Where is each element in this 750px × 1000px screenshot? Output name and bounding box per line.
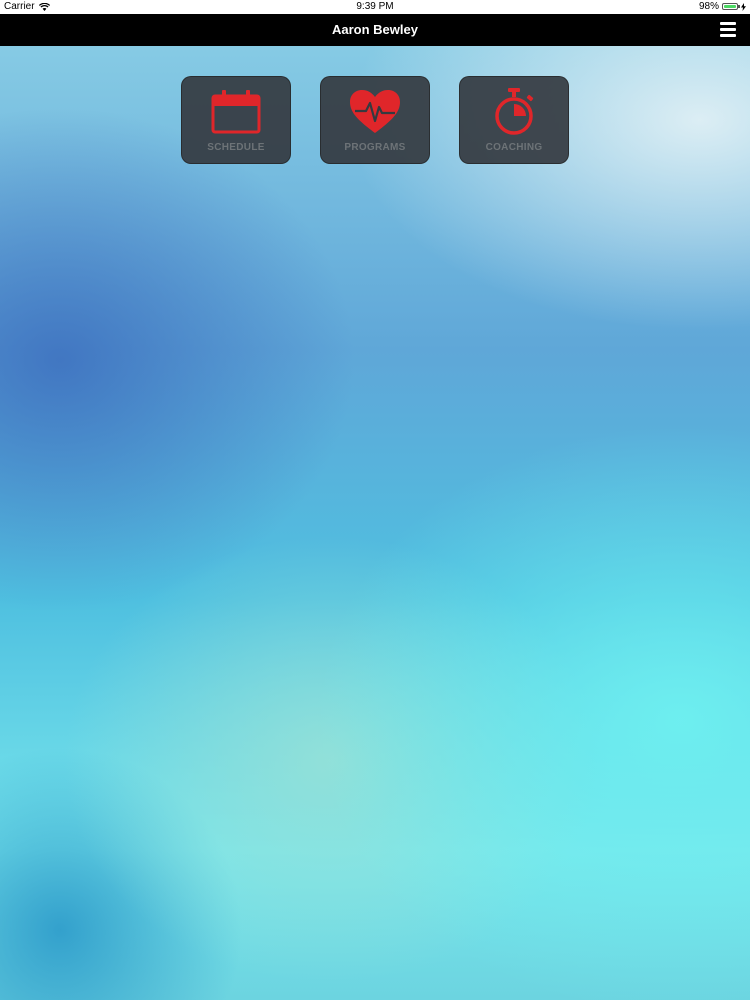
battery-tip [738,5,740,8]
hamburger-menu-icon[interactable] [720,22,736,38]
schedule-label: SCHEDULE [207,142,265,153]
schedule-tile[interactable]: SCHEDULE [181,76,291,164]
battery-fill [724,5,736,8]
calendar-icon [182,89,290,135]
programs-label: PROGRAMS [344,142,406,153]
menu-line [720,28,736,31]
stopwatch-icon [460,88,568,135]
coaching-tile[interactable]: COACHING [459,76,569,164]
nav-bar: Aaron Bewley [0,14,750,46]
nav-title: Aaron Bewley [332,22,418,37]
tile-row: SCHEDULE PROGRAMS COACHING [181,76,569,164]
heart-pulse-icon [321,89,429,135]
battery-percent: 98% [698,1,719,12]
status-bar: Carrier 9:39 PM 98% [0,0,750,14]
coaching-label: COACHING [485,142,543,153]
menu-line [720,34,736,37]
programs-tile[interactable]: PROGRAMS [320,76,430,164]
battery-icon [722,3,740,10]
status-right: 98% [699,1,746,12]
charging-bolt-icon [741,2,746,11]
menu-line [720,22,736,25]
status-time: 9:39 PM [356,1,394,12]
